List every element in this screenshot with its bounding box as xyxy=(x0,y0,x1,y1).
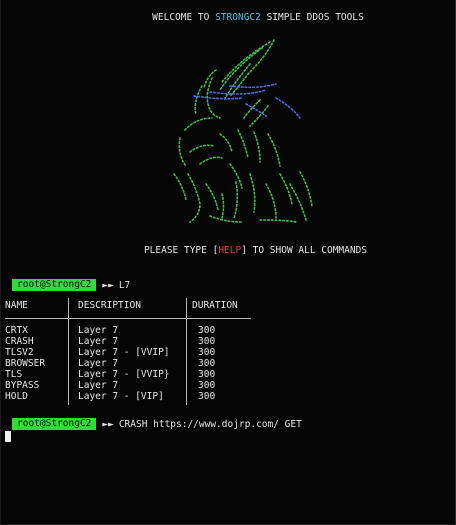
prompt-badge: root@StrongC2 xyxy=(12,418,97,430)
method-description: Layer 7 xyxy=(78,336,119,347)
prompt-separator-icon: ►► xyxy=(102,418,114,430)
help-suffix: ] TO SHOW ALL COMMANDS xyxy=(241,245,368,256)
method-duration: 300 xyxy=(198,391,216,402)
table-row: BYPASS Layer 7 300 xyxy=(5,380,215,391)
method-name: CRTX xyxy=(5,325,28,336)
method-duration: 300 xyxy=(198,358,216,369)
table-row: CRASH Layer 7 300 xyxy=(5,336,215,347)
table-row: HOLD Layer 7 - [VIP] 300 xyxy=(5,391,215,402)
text-cursor[interactable] xyxy=(5,431,11,442)
command-text: L7 xyxy=(118,279,131,291)
method-name: TLSV2 xyxy=(5,347,34,358)
help-keyword: HELP xyxy=(218,245,242,256)
prompt-badge: root@StrongC2 xyxy=(12,279,97,291)
help-hint: PLEASE TYPE [HELP] TO SHOW ALL COMMANDS xyxy=(0,245,456,256)
method-name: BROWSER xyxy=(5,358,46,369)
column-divider xyxy=(186,298,187,405)
help-prefix: PLEASE TYPE [ xyxy=(143,245,219,256)
method-description: Layer 7 xyxy=(78,358,119,369)
welcome-banner: WELCOME TO STRONGC2 SIMPLE DDOS TOOLS xyxy=(0,12,456,23)
command-line-2: root@StrongC2 ►► CRASH https://www.dojrp… xyxy=(12,418,302,430)
column-divider xyxy=(68,298,69,405)
table-row: TLS Layer 7 - [VVIP} 300 xyxy=(5,369,215,380)
table-row: TLSV2 Layer 7 - [VVIP] 300 xyxy=(5,347,215,358)
table-header-duration: DURATION xyxy=(192,300,238,311)
command-text: CRASH https://www.dojrp.com/ GET xyxy=(118,418,302,430)
method-description: Layer 7 xyxy=(78,380,119,391)
window-border xyxy=(0,0,1,525)
terminal-window[interactable]: WELCOME TO STRONGC2 SIMPLE DDOS TOOLS PL… xyxy=(0,0,456,525)
header-divider xyxy=(5,318,251,319)
method-description: Layer 7 - [VVIP] xyxy=(78,347,170,358)
banner-suffix: SIMPLE DDOS TOOLS xyxy=(260,12,364,23)
method-duration: 300 xyxy=(198,325,216,336)
table-header-name: NAME xyxy=(5,300,28,311)
dragon-ascii-art-icon xyxy=(173,39,313,223)
method-name: CRASH xyxy=(5,336,34,347)
method-duration: 300 xyxy=(198,369,216,380)
banner-brand: STRONGC2 xyxy=(215,12,261,23)
table-row: BROWSER Layer 7 300 xyxy=(5,358,215,369)
method-name: BYPASS xyxy=(5,380,40,391)
method-duration: 300 xyxy=(198,380,216,391)
method-duration: 300 xyxy=(198,347,216,358)
method-description: Layer 7 xyxy=(78,325,119,336)
method-name: HOLD xyxy=(5,391,28,402)
table-row: CRTX Layer 7 300 xyxy=(5,325,215,336)
method-name: TLS xyxy=(5,369,23,380)
method-description: Layer 7 - [VVIP} xyxy=(78,369,170,380)
method-description: Layer 7 - [VIP] xyxy=(78,391,164,402)
prompt-separator-icon: ►► xyxy=(102,279,114,291)
method-duration: 300 xyxy=(198,336,216,347)
banner-prefix: WELCOME TO xyxy=(152,12,216,23)
command-line-1: root@StrongC2 ►► L7 xyxy=(12,279,130,291)
table-header-description: DESCRIPTION xyxy=(78,300,141,311)
